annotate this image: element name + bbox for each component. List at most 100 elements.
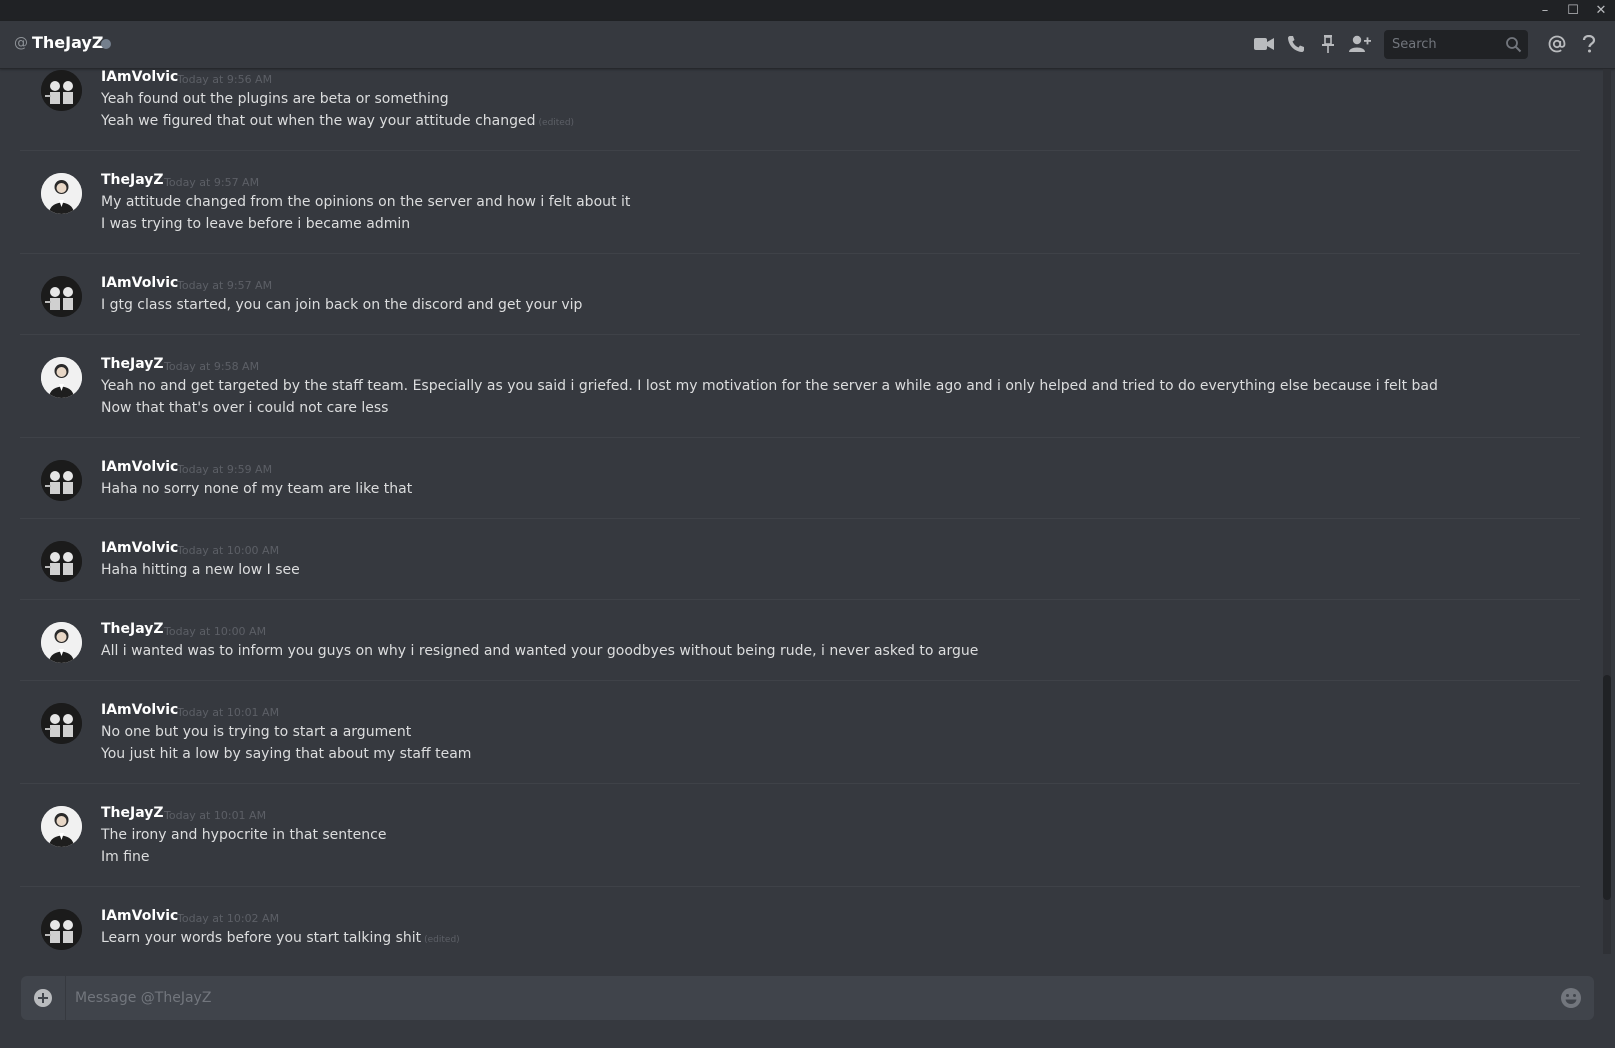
window-titlebar: – ☐ ✕ bbox=[0, 0, 1615, 21]
message-divider bbox=[20, 150, 1580, 151]
message-composer bbox=[21, 976, 1594, 1020]
message-divider bbox=[20, 680, 1580, 681]
message-author[interactable]: IAmVolvic bbox=[101, 540, 178, 556]
mention-icon[interactable] bbox=[1544, 31, 1570, 57]
edited-label: (edited) bbox=[424, 935, 460, 945]
status-indicator bbox=[101, 39, 111, 49]
message-content: Im fine bbox=[101, 849, 150, 865]
message-timestamp: Today at 9:59 AM bbox=[177, 463, 273, 476]
message-group: IAmVolvic Today at 9:56 AM Yeah found ou… bbox=[20, 69, 1600, 149]
message-divider bbox=[20, 518, 1580, 519]
emoji-picker-icon[interactable] bbox=[1560, 987, 1582, 1009]
message-timestamp: Today at 10:00 AM bbox=[177, 544, 280, 557]
iamvolvic-avatar[interactable] bbox=[41, 703, 82, 744]
message-timestamp: Today at 10:00 AM bbox=[164, 625, 267, 638]
iamvolvic-avatar[interactable] bbox=[41, 460, 82, 501]
scrollbar-thumb[interactable] bbox=[1603, 675, 1611, 900]
message-author[interactable]: TheJayZ bbox=[101, 356, 164, 372]
edited-label: (edited) bbox=[538, 118, 575, 128]
message-timestamp: Today at 9:56 AM bbox=[177, 73, 273, 86]
message-timestamp: Today at 9:57 AM bbox=[164, 176, 260, 189]
message-author[interactable]: TheJayZ bbox=[101, 172, 164, 188]
message-timestamp: Today at 10:02 AM bbox=[177, 912, 280, 925]
message-group: TheJayZ Today at 10:00 AM All i wanted w… bbox=[20, 621, 1600, 681]
message-text: The irony and hypocrite in that sentence bbox=[101, 827, 386, 843]
message-group: IAmVolvic Today at 10:00 AM Haha hitting… bbox=[20, 540, 1600, 600]
message-content: I was trying to leave before i became ad… bbox=[101, 216, 411, 232]
maximize-button[interactable]: ☐ bbox=[1559, 0, 1587, 21]
message-text: I gtg class started, you can join back o… bbox=[101, 297, 582, 313]
message-content: Haha no sorry none of my team are like t… bbox=[101, 481, 413, 497]
at-symbol: @ bbox=[14, 35, 28, 51]
message-author[interactable]: IAmVolvic bbox=[101, 275, 178, 291]
pin-icon[interactable] bbox=[1315, 31, 1341, 57]
message-text: You just hit a low by saying that about … bbox=[101, 746, 471, 762]
message-content: Now that that's over i could not care le… bbox=[101, 400, 389, 416]
iamvolvic-avatar[interactable] bbox=[41, 909, 82, 950]
minimize-button[interactable]: – bbox=[1531, 0, 1559, 21]
message-timestamp: Today at 10:01 AM bbox=[164, 809, 267, 822]
message-author[interactable]: IAmVolvic bbox=[101, 69, 178, 85]
message-group: TheJayZ Today at 9:58 AM Yeah no and get… bbox=[20, 356, 1600, 436]
message-text: Learn your words before you start talkin… bbox=[101, 930, 460, 946]
search-input[interactable] bbox=[1384, 30, 1502, 59]
composer-separator bbox=[65, 976, 66, 1020]
message-text: Yeah found out the plugins are beta or s… bbox=[101, 91, 449, 107]
message-divider bbox=[20, 437, 1580, 438]
iamvolvic-avatar[interactable] bbox=[41, 70, 82, 111]
upload-plus-icon[interactable] bbox=[33, 988, 53, 1008]
message-group: IAmVolvic Today at 9:57 AM I gtg class s… bbox=[20, 275, 1600, 335]
message-text: Yeah we figured that out when the way yo… bbox=[101, 113, 574, 129]
message-text: No one but you is trying to start a argu… bbox=[101, 724, 411, 740]
message-author[interactable]: IAmVolvic bbox=[101, 702, 178, 718]
iamvolvic-avatar[interactable] bbox=[41, 541, 82, 582]
help-icon[interactable] bbox=[1576, 31, 1602, 57]
message-divider bbox=[20, 783, 1580, 784]
message-text: Haha hitting a new low I see bbox=[101, 562, 300, 578]
message-content: Yeah no and get targeted by the staff te… bbox=[101, 378, 1438, 394]
message-timestamp: Today at 9:58 AM bbox=[164, 360, 260, 373]
message-content: No one but you is trying to start a argu… bbox=[101, 724, 412, 740]
message-content: I gtg class started, you can join back o… bbox=[101, 297, 583, 313]
message-text: Yeah no and get targeted by the staff te… bbox=[101, 378, 1438, 394]
close-window-button[interactable]: ✕ bbox=[1587, 0, 1615, 21]
message-text: I was trying to leave before i became ad… bbox=[101, 216, 410, 232]
message-text: My attitude changed from the opinions on… bbox=[101, 194, 630, 210]
thejayz-avatar[interactable] bbox=[41, 806, 82, 847]
message-timestamp: Today at 9:57 AM bbox=[177, 279, 273, 292]
message-divider bbox=[20, 334, 1580, 335]
iamvolvic-avatar[interactable] bbox=[41, 276, 82, 317]
message-content: My attitude changed from the opinions on… bbox=[101, 194, 631, 210]
message-text: Im fine bbox=[101, 849, 150, 865]
message-content: Yeah we figured that out when the way yo… bbox=[101, 113, 536, 129]
message-list[interactable]: IAmVolvic Today at 9:56 AM Yeah found ou… bbox=[0, 69, 1600, 954]
message-content: You just hit a low by saying that about … bbox=[101, 746, 472, 762]
message-content: Learn your words before you start talkin… bbox=[101, 930, 422, 946]
search-icon[interactable] bbox=[1505, 36, 1522, 53]
message-author[interactable]: IAmVolvic bbox=[101, 908, 178, 924]
message-content: All i wanted was to inform you guys on w… bbox=[101, 643, 979, 659]
message-content: The irony and hypocrite in that sentence bbox=[101, 827, 387, 843]
message-content: Haha hitting a new low I see bbox=[101, 562, 300, 578]
message-text: All i wanted was to inform you guys on w… bbox=[101, 643, 978, 659]
message-divider bbox=[20, 599, 1580, 600]
message-author[interactable]: TheJayZ bbox=[101, 805, 164, 821]
message-timestamp: Today at 10:01 AM bbox=[177, 706, 280, 719]
video-call-icon[interactable] bbox=[1251, 31, 1277, 57]
message-group: IAmVolvic Today at 10:01 AM No one but y… bbox=[20, 702, 1600, 782]
message-content: Yeah found out the plugins are beta or s… bbox=[101, 91, 449, 107]
message-group: IAmVolvic Today at 9:59 AM Haha no sorry… bbox=[20, 459, 1600, 519]
channel-title: TheJayZ bbox=[32, 33, 104, 52]
message-author[interactable]: IAmVolvic bbox=[101, 459, 178, 475]
message-text: Haha no sorry none of my team are like t… bbox=[101, 481, 412, 497]
message-author[interactable]: TheJayZ bbox=[101, 621, 164, 637]
search-box bbox=[1384, 30, 1528, 59]
message-group: TheJayZ Today at 10:01 AM The irony and … bbox=[20, 805, 1600, 885]
voice-call-icon[interactable] bbox=[1283, 31, 1309, 57]
thejayz-avatar[interactable] bbox=[41, 357, 82, 398]
message-input[interactable] bbox=[75, 976, 1535, 1020]
thejayz-avatar[interactable] bbox=[41, 622, 82, 663]
add-friend-icon[interactable] bbox=[1347, 31, 1373, 57]
channel-header: @ TheJayZ bbox=[0, 21, 1615, 69]
thejayz-avatar[interactable] bbox=[41, 173, 82, 214]
